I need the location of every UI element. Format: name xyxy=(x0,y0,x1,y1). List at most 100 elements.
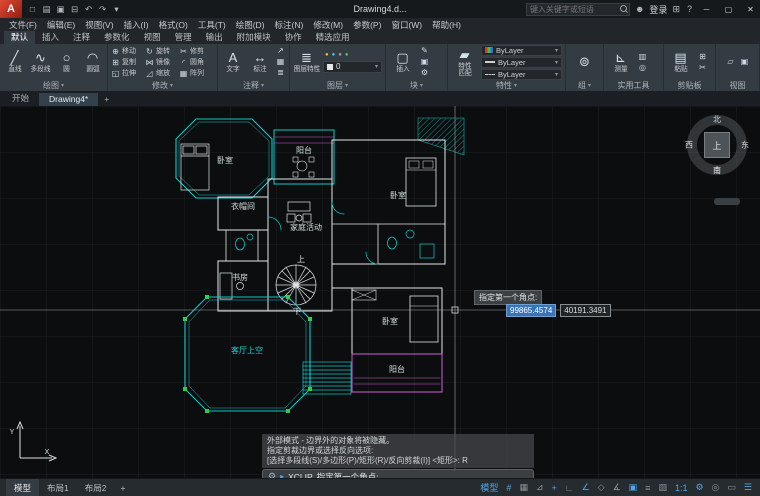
object-snap-tracking-icon[interactable]: ∡ xyxy=(609,482,625,493)
floor-plan[interactable]: 卧室 阳台 衣帽间 家庭活动 卧室 书房 上 下 客厅上空 卧室 阳台 Y X xyxy=(0,106,760,478)
ribbon-tab-featured-apps[interactable]: 精选应用 xyxy=(309,31,357,44)
menu-view[interactable]: 视图(V) xyxy=(80,19,118,31)
create-block-icon[interactable]: ✎ xyxy=(419,46,430,56)
layout-tab-layout2[interactable]: 布局2 xyxy=(77,479,115,496)
new-drawing-tab-button[interactable]: + xyxy=(98,93,115,106)
app-menu-button[interactable]: A xyxy=(0,0,22,18)
plot-icon[interactable]: ⊟ xyxy=(68,4,81,15)
menu-window[interactable]: 窗口(W) xyxy=(386,19,427,31)
grid-display-icon[interactable]: # xyxy=(502,483,515,493)
viewcube[interactable]: 北 西 东 南 上 xyxy=(684,112,750,178)
ribbon-tab-addins[interactable]: 附加模块 xyxy=(230,31,278,44)
panel-label-layers[interactable]: 图层▾ xyxy=(290,80,385,91)
fillet-tool[interactable]: ◜圆角 xyxy=(179,57,213,67)
ucs-display-toggle-icon[interactable]: ▱ xyxy=(725,57,736,67)
quick-calc-icon[interactable]: ◎ xyxy=(637,63,648,73)
stretch-tool[interactable]: ◱拉伸 xyxy=(111,68,145,78)
block-editor-icon[interactable]: ▣ xyxy=(419,57,430,67)
transparency-icon[interactable]: ▨ xyxy=(654,482,671,493)
ribbon-tab-annotate[interactable]: 注释 xyxy=(66,31,97,44)
command-line-window[interactable]: 外部模式 - 边界外的对象将被隐藏。 指定剪裁边界或选择反向选项: [选择多段线… xyxy=(262,434,534,478)
panel-label-groups[interactable]: 组▾ xyxy=(566,80,603,91)
mirror-tool[interactable]: ⋈镜像 xyxy=(145,57,179,67)
save-icon[interactable]: ▣ xyxy=(54,4,67,15)
group-tool[interactable]: ⊚ xyxy=(571,55,598,70)
object-color-dropdown[interactable]: ByLayer▾ xyxy=(481,45,562,56)
command-input-row[interactable]: ⚙ ▸ XCLIP 指定第一个角点: xyxy=(262,469,534,478)
linetype-dropdown[interactable]: ByLayer▾ xyxy=(481,69,562,80)
viewcube-north[interactable]: 北 xyxy=(713,114,721,125)
array-tool[interactable]: ▦阵列 xyxy=(179,68,213,78)
copy-tool[interactable]: ⊞复制 xyxy=(111,57,145,67)
maximize-button[interactable]: ▢ xyxy=(719,0,738,18)
panel-label-block[interactable]: 块▾ xyxy=(386,80,447,91)
ribbon-tab-view[interactable]: 视图 xyxy=(137,31,168,44)
open-file-icon[interactable]: ▤ xyxy=(40,4,53,15)
panel-label-utilities[interactable]: 实用工具 xyxy=(604,80,663,91)
model-space-button[interactable]: 模型 xyxy=(476,481,502,494)
copy-clip-icon[interactable]: ⊞ xyxy=(697,52,708,62)
undo-icon[interactable]: ↶ xyxy=(82,4,95,15)
workspace-switching-icon[interactable]: ⚙ xyxy=(691,482,707,493)
close-button[interactable]: ✕ xyxy=(741,0,760,18)
paste-tool[interactable]: ▤粘贴 xyxy=(667,51,694,73)
rotate-tool[interactable]: ↻旋转 xyxy=(145,46,179,56)
layer-dropdown[interactable]: 0 ▾ xyxy=(323,61,382,73)
viewcube-toggle-icon[interactable]: ▣ xyxy=(739,57,750,67)
menu-draw[interactable]: 绘图(D) xyxy=(231,19,270,31)
new-layout-button[interactable]: + xyxy=(114,479,131,496)
layout-tab-layout1[interactable]: 布局1 xyxy=(39,479,77,496)
move-tool[interactable]: ⊕移动 xyxy=(111,46,145,56)
panel-label-modify[interactable]: 修改▾ xyxy=(108,80,217,91)
panel-label-annotate[interactable]: 注释▾ xyxy=(218,80,289,91)
scale-tool[interactable]: ◿缩放 xyxy=(145,68,179,78)
menu-format[interactable]: 格式(O) xyxy=(154,19,193,31)
menu-edit[interactable]: 编辑(E) xyxy=(42,19,80,31)
panel-label-view[interactable]: 视图 xyxy=(716,80,759,91)
isometric-drafting-icon[interactable]: ◇ xyxy=(594,482,609,493)
menu-file[interactable]: 文件(F) xyxy=(4,19,42,31)
table-icon[interactable]: ▦ xyxy=(275,57,286,67)
polyline-tool[interactable]: ∿多段线 xyxy=(29,51,52,73)
leader-icon[interactable]: ↗ xyxy=(275,46,286,56)
polar-tracking-icon[interactable]: ∠ xyxy=(578,482,594,493)
dimension-tool[interactable]: ↔标注 xyxy=(248,51,272,73)
app-store-icon[interactable]: ⊞ xyxy=(670,4,682,15)
circle-tool[interactable]: ○圆 xyxy=(55,51,78,73)
line-tool[interactable]: ╱直线 xyxy=(3,51,26,73)
quick-access-dropdown-icon[interactable]: ▾ xyxy=(110,4,123,15)
command-customize-icon[interactable]: ⚙ xyxy=(268,471,276,478)
layer-freeze-icon[interactable]: ● xyxy=(332,52,336,59)
help-icon[interactable]: ? xyxy=(685,4,694,14)
layer-lock-icon[interactable]: ● xyxy=(338,52,342,59)
match-properties-tool[interactable]: ▰特性匹配 xyxy=(451,48,478,77)
signin-button[interactable]: 登录 xyxy=(649,3,667,16)
dynamic-input-y-field[interactable]: 40191.3491 xyxy=(560,304,610,317)
quick-select-icon[interactable]: ▥ xyxy=(637,52,648,62)
file-tab-start[interactable]: 开始 xyxy=(2,91,39,106)
viewcube-top-face[interactable]: 上 xyxy=(704,132,730,158)
object-snap-icon[interactable]: ▣ xyxy=(625,482,642,493)
viewcube-south[interactable]: 南 xyxy=(713,165,721,176)
menu-modify[interactable]: 修改(M) xyxy=(308,19,348,31)
attributes-icon[interactable]: ⚙ xyxy=(419,68,430,78)
infer-constraints-icon[interactable]: ⊿ xyxy=(532,482,548,493)
measure-tool[interactable]: ⊾测量 xyxy=(607,51,634,73)
ribbon-tab-collaborate[interactable]: 协作 xyxy=(278,31,309,44)
ribbon-tab-parametric[interactable]: 参数化 xyxy=(97,31,137,44)
search-input[interactable] xyxy=(527,5,618,14)
insert-block-tool[interactable]: ▢插入 xyxy=(389,51,416,73)
snap-mode-icon[interactable]: ▦ xyxy=(515,482,532,493)
drawing-canvas[interactable]: 卧室 阳台 衣帽间 家庭活动 卧室 书房 上 下 客厅上空 卧室 阳台 Y X xyxy=(0,106,760,478)
customize-icon[interactable]: ☰ xyxy=(740,482,756,493)
redo-icon[interactable]: ↷ xyxy=(96,4,109,15)
arc-tool[interactable]: ◠圆弧 xyxy=(81,51,104,73)
menu-tools[interactable]: 工具(T) xyxy=(193,19,231,31)
menu-help[interactable]: 帮助(H) xyxy=(427,19,466,31)
ribbon-tab-manage[interactable]: 管理 xyxy=(168,31,199,44)
new-file-icon[interactable]: □ xyxy=(26,4,39,14)
file-tab-drawing4[interactable]: Drawing4* xyxy=(39,93,98,106)
panel-label-clipboard[interactable]: 剪贴板 xyxy=(664,80,715,91)
viewcube-east[interactable]: 东 xyxy=(741,140,749,151)
layer-on-icon[interactable]: ● xyxy=(325,52,329,59)
